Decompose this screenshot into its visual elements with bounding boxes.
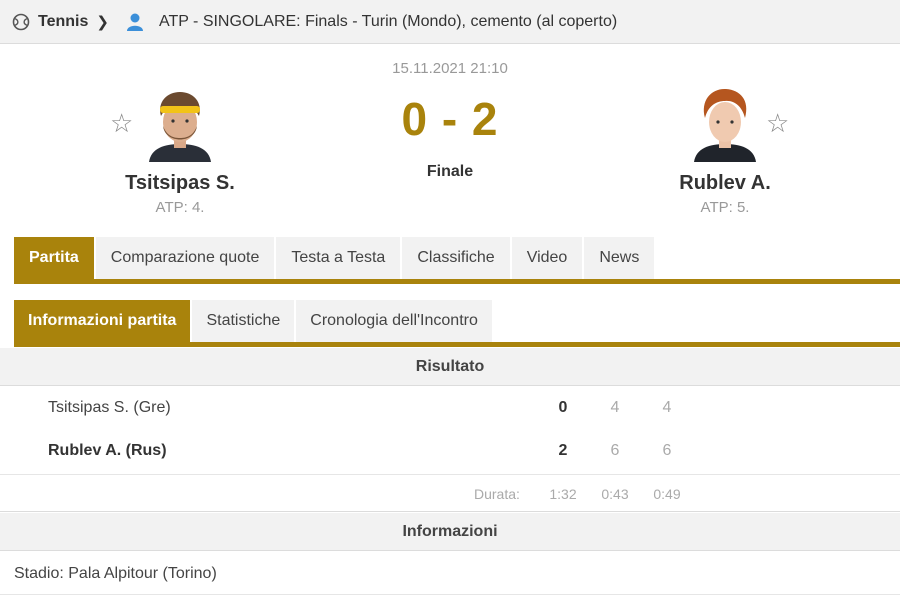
subtab-informazioni-partita[interactable]: Informazioni partita — [14, 300, 191, 342]
result-player-name[interactable]: Tsitsipas S. (Gre) — [48, 399, 171, 417]
player-photo-home — [149, 92, 211, 162]
duration-total: 1:32 — [549, 486, 577, 502]
favorite-star-icon-away[interactable]: ☆ — [766, 108, 789, 139]
result-row-away: Rublev A. (Rus) 2 6 6 — [0, 432, 900, 472]
result-set2-games: 6 — [662, 442, 672, 459]
stadium-info: Stadio: Pala Alpitour (Torino) — [14, 565, 217, 582]
away-player-rank: ATP: 5. — [700, 199, 750, 216]
home-player[interactable]: Tsitsipas S. ATP: 4. — [80, 86, 280, 216]
subtabs-underline — [14, 342, 900, 347]
duration-set1: 0:43 — [601, 486, 629, 502]
duration-label: Durata: — [474, 486, 520, 502]
result-set2-games: 4 — [662, 399, 672, 416]
tab-testa-a-testa[interactable]: Testa a Testa — [276, 237, 401, 279]
duration-set2: 0:49 — [653, 486, 681, 502]
home-player-name[interactable]: Tsitsipas S. — [80, 172, 280, 195]
result-set1-games: 6 — [610, 442, 620, 459]
player-photo-away — [694, 88, 756, 162]
away-player[interactable]: Rublev A. ATP: 5. — [625, 86, 825, 216]
result-total-sets: 0 — [558, 399, 568, 416]
chevron-right-icon: ❯ — [96, 13, 109, 31]
person-icon — [126, 13, 143, 31]
tab-partita[interactable]: Partita — [14, 237, 94, 279]
away-player-name[interactable]: Rublev A. — [625, 172, 825, 195]
sub-tabs: Informazioni partita Statistiche Cronolo… — [14, 300, 494, 342]
info-section-header: Informazioni — [0, 513, 900, 551]
tabs-underline — [14, 279, 900, 284]
breadcrumb-bar: Tennis ❯ ATP - SINGOLARE: Finals - Turin… — [0, 0, 900, 44]
subtab-statistiche[interactable]: Statistiche — [192, 300, 295, 342]
duration-row: Durata: 1:32 0:43 0:49 — [0, 474, 900, 512]
result-section-header: Risultato — [0, 348, 900, 386]
tab-comparazione-quote[interactable]: Comparazione quote — [95, 237, 275, 279]
result-total-sets: 2 — [558, 442, 568, 459]
result-set1-games: 4 — [610, 399, 620, 416]
tab-video[interactable]: Video — [511, 237, 583, 279]
breadcrumb-sport-link[interactable]: Tennis — [38, 13, 88, 31]
home-player-rank: ATP: 4. — [155, 199, 205, 216]
subtab-cronologia[interactable]: Cronologia dell'Incontro — [296, 300, 492, 342]
result-row-home: Tsitsipas S. (Gre) 0 4 4 — [0, 389, 900, 429]
result-player-name[interactable]: Rublev A. (Rus) — [48, 442, 167, 460]
divider — [0, 594, 900, 595]
tennis-ball-icon — [12, 13, 30, 30]
tab-news[interactable]: News — [584, 237, 655, 279]
main-tabs: Partita Comparazione quote Testa a Testa… — [14, 237, 656, 279]
tab-classifiche[interactable]: Classifiche — [402, 237, 510, 279]
breadcrumb-tournament-link[interactable]: ATP - SINGOLARE: Finals - Turin (Mondo),… — [159, 13, 617, 31]
match-datetime: 15.11.2021 21:10 — [392, 60, 508, 77]
